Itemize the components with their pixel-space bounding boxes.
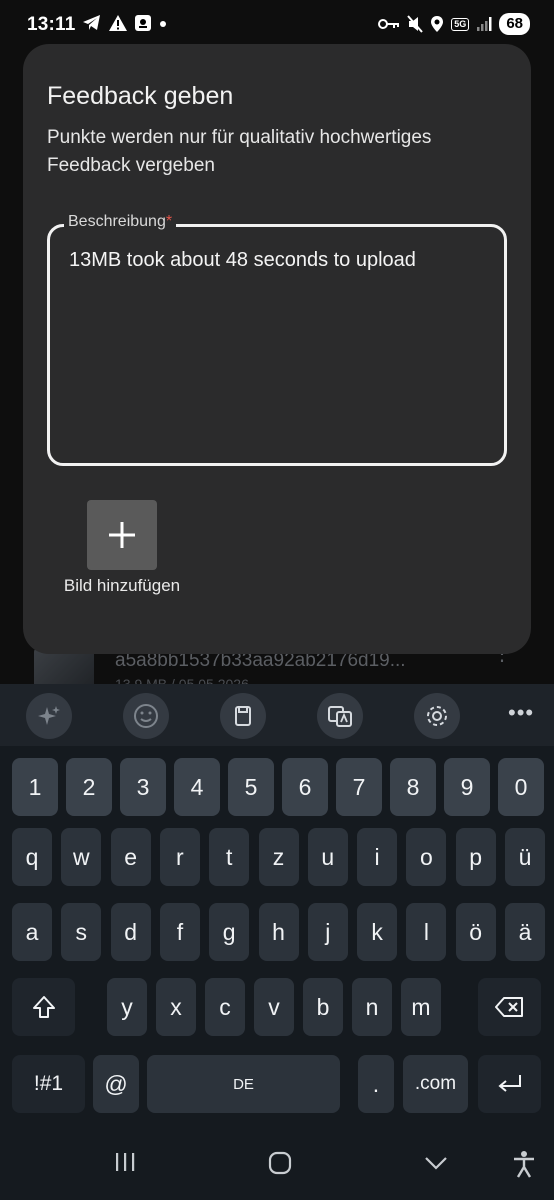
key-letter-row2-1[interactable]: s <box>61 903 102 961</box>
description-field[interactable]: Beschreibung* 13MB took about 48 seconds… <box>47 213 507 466</box>
location-icon <box>431 16 444 32</box>
status-time: 13:11 <box>27 14 76 35</box>
dialog-title: Feedback geben <box>47 82 234 110</box>
key-letter-row2-6[interactable]: j <box>307 903 348 961</box>
key-letter-row2-8[interactable]: l <box>406 903 447 961</box>
key-number-2[interactable]: 3 <box>120 758 166 816</box>
key-number-6[interactable]: 7 <box>336 758 382 816</box>
key-number-9[interactable]: 0 <box>498 758 544 816</box>
shift-key[interactable] <box>12 978 75 1036</box>
key-letter-row1-3[interactable]: r <box>159 828 200 886</box>
back-button[interactable] <box>423 1150 449 1181</box>
telegram-icon <box>83 15 100 30</box>
sparkle-icon <box>38 706 60 725</box>
ai-sparkle-button[interactable] <box>26 693 72 739</box>
add-image-button[interactable] <box>87 500 157 570</box>
key-number-1[interactable]: 2 <box>66 758 112 816</box>
key-letter-row2-10[interactable]: ä <box>505 903 545 961</box>
key-letter-row1-0[interactable]: q <box>12 828 52 886</box>
emoji-button[interactable] <box>123 693 169 739</box>
description-input[interactable]: 13MB took about 48 seconds to upload <box>69 249 416 272</box>
key-number-3[interactable]: 4 <box>174 758 220 816</box>
mute-icon <box>407 15 424 33</box>
home-button[interactable] <box>267 1150 293 1181</box>
keyboard: 1234567890 qwertzuiopü asdfghjklöä yxcvb… <box>0 746 554 1132</box>
accessibility-button[interactable] <box>512 1150 536 1183</box>
key-letter-row3-6[interactable]: m <box>401 978 441 1036</box>
network-badge: 5G <box>451 17 470 31</box>
key-letter-row2-0[interactable]: a <box>12 903 52 961</box>
symbols-key[interactable]: !#1 <box>12 1055 85 1113</box>
battery-indicator: 68 <box>499 13 530 35</box>
period-key[interactable]: . <box>358 1055 394 1113</box>
gear-icon <box>427 706 447 726</box>
vpn-key-icon <box>378 19 400 29</box>
dot-icon <box>160 21 166 27</box>
at-key[interactable]: @ <box>93 1055 139 1113</box>
key-letter-row2-2[interactable]: d <box>110 903 151 961</box>
recent-apps-button[interactable] <box>113 1150 137 1179</box>
key-letter-row1-6[interactable]: u <box>307 828 348 886</box>
key-letter-row1-2[interactable]: e <box>110 828 151 886</box>
clipboard-icon <box>235 706 251 726</box>
smiley-icon <box>134 704 158 728</box>
more-options-icon[interactable]: ••• <box>508 700 534 726</box>
signal-icon <box>477 17 492 31</box>
required-mark: * <box>165 213 173 230</box>
key-letter-row2-3[interactable]: f <box>159 903 200 961</box>
key-number-7[interactable]: 8 <box>390 758 436 816</box>
com-key[interactable]: .com <box>403 1055 468 1113</box>
key-number-0[interactable]: 1 <box>12 758 58 816</box>
key-letter-row1-4[interactable]: t <box>209 828 250 886</box>
plus-icon <box>109 522 135 548</box>
warning-icon <box>109 15 127 31</box>
dialog-subtitle: Punkte werden nur für qualitativ hochwer… <box>47 127 432 176</box>
key-number-5[interactable]: 6 <box>282 758 328 816</box>
chevron-down-icon <box>425 1157 447 1170</box>
key-letter-row1-5[interactable]: z <box>258 828 299 886</box>
shift-icon <box>32 996 55 1018</box>
key-letter-row3-2[interactable]: c <box>205 978 245 1036</box>
enter-icon <box>497 1075 521 1092</box>
feedback-dialog: Feedback geben Punkte werden nur für qua… <box>23 44 531 654</box>
settings-button[interactable] <box>414 693 460 739</box>
key-number-4[interactable]: 5 <box>228 758 274 816</box>
key-letter-row3-0[interactable]: y <box>107 978 147 1036</box>
key-letter-row1-7[interactable]: i <box>357 828 398 886</box>
home-icon <box>268 1151 292 1175</box>
key-letter-row1-9[interactable]: p <box>455 828 496 886</box>
key-number-8[interactable]: 9 <box>444 758 490 816</box>
add-image-label: Bild hinzufügen <box>63 576 181 595</box>
key-letter-row3-4[interactable]: b <box>303 978 343 1036</box>
system-icons: 5G 68 <box>378 13 530 35</box>
accessibility-icon <box>514 1151 534 1178</box>
key-letter-row2-5[interactable]: h <box>258 903 299 961</box>
space-key[interactable]: DE <box>147 1055 340 1113</box>
enter-key[interactable] <box>478 1055 541 1113</box>
translate-button[interactable] <box>317 693 363 739</box>
navigation-bar <box>0 1132 554 1200</box>
key-letter-row2-7[interactable]: k <box>357 903 398 961</box>
key-letter-row3-3[interactable]: v <box>254 978 294 1036</box>
key-letter-row3-5[interactable]: n <box>352 978 392 1036</box>
key-letter-row2-4[interactable]: g <box>209 903 250 961</box>
recent-apps-icon <box>116 1153 135 1171</box>
app-notification-icon <box>135 15 151 31</box>
key-letter-row1-10[interactable]: ü <box>505 828 545 886</box>
key-letter-row1-8[interactable]: o <box>406 828 447 886</box>
translate-icon <box>328 706 352 727</box>
key-letter-row3-1[interactable]: x <box>156 978 196 1036</box>
backspace-icon <box>494 997 523 1017</box>
notification-icons <box>82 14 168 32</box>
key-letter-row2-9[interactable]: ö <box>455 903 496 961</box>
backspace-key[interactable] <box>478 978 541 1036</box>
description-label: Beschreibung* <box>64 213 177 231</box>
key-letter-row1-1[interactable]: w <box>61 828 102 886</box>
clipboard-button[interactable] <box>220 693 266 739</box>
keyboard-toolbar: ••• <box>0 684 554 746</box>
